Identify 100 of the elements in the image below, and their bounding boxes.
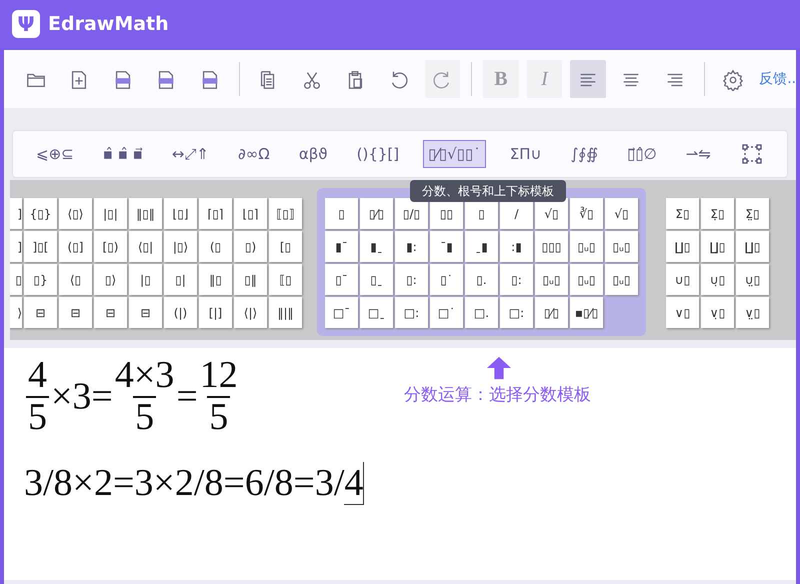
math-text: 3/8×2=3×2/8=6/8=3/ bbox=[24, 462, 344, 504]
template-button[interactable]: ▯) bbox=[234, 231, 267, 262]
template-button[interactable]: ▯/▯ bbox=[395, 198, 428, 229]
template-button[interactable]: ∐▯ bbox=[666, 231, 699, 262]
up-arrow-icon bbox=[485, 356, 513, 380]
category-tab[interactable]: ∫∮∯ bbox=[566, 140, 604, 168]
template-button[interactable]: ▯. bbox=[465, 264, 498, 295]
template-button[interactable]: [|] bbox=[199, 297, 232, 328]
template-button[interactable]: ⟨▯ bbox=[59, 264, 92, 295]
template-button[interactable]: ▯ˉ bbox=[325, 264, 358, 295]
template-button[interactable]: {▯} bbox=[24, 198, 57, 229]
template-button[interactable]: ▯‖ bbox=[234, 264, 267, 295]
template-button[interactable]: ⊟ bbox=[129, 297, 162, 328]
template-button[interactable]: (|) bbox=[164, 297, 197, 328]
template-button[interactable]: ∪▯ bbox=[666, 264, 699, 295]
category-tab[interactable]: ⇀⇋ bbox=[680, 140, 716, 168]
template-button[interactable]: |▯| bbox=[94, 198, 127, 229]
template-button[interactable]: ⌊▯⌉ bbox=[234, 198, 267, 229]
input-slot[interactable]: 4 bbox=[344, 462, 364, 505]
template-button[interactable]: ⊟ bbox=[24, 297, 57, 328]
template-button[interactable]: ▯ᵤ▯ bbox=[605, 264, 638, 295]
template-button[interactable]: ⌈▯⌉ bbox=[199, 198, 232, 229]
template-button[interactable]: ] bbox=[10, 231, 22, 262]
template-button[interactable]: ∪̤▯ bbox=[736, 264, 769, 295]
matrix-icon bbox=[740, 143, 764, 166]
tooltip: 分数、根号和上下标模板 bbox=[410, 180, 566, 202]
template-button[interactable]: ▮ˍ bbox=[360, 231, 393, 262]
template-button[interactable]: ▯ˍ bbox=[360, 264, 393, 295]
category-tab[interactable]: ↔⤢⇑ bbox=[166, 140, 214, 168]
template-button[interactable]: □: bbox=[500, 297, 533, 328]
fraction: 4 5 bbox=[25, 356, 50, 438]
template-button[interactable]: ∨̤▯ bbox=[736, 297, 769, 328]
template-button[interactable]: ‖|‖ bbox=[269, 297, 302, 328]
template-button[interactable]: ∐̣▯ bbox=[701, 231, 734, 262]
template-button[interactable]: ▯⁄▯ bbox=[535, 297, 568, 328]
template-button[interactable]: ⟨|⟩ bbox=[234, 297, 267, 328]
template-button[interactable]: Σ̣▯ bbox=[701, 198, 734, 229]
template-button[interactable]: ▯ᵤ▯ bbox=[535, 264, 568, 295]
template-button[interactable]: ▯⟩ bbox=[94, 264, 127, 295]
feedback-link[interactable]: 反馈.. bbox=[759, 68, 796, 90]
category-tab[interactable]: ▯⃗▯̂∅ bbox=[622, 140, 662, 168]
template-button[interactable]: (▯] bbox=[59, 231, 92, 262]
template-button[interactable]: [▯ bbox=[269, 231, 302, 262]
template-button[interactable]: :▮ bbox=[500, 231, 533, 262]
template-button[interactable]: ▯˙ bbox=[430, 264, 463, 295]
template-button[interactable]: ▯ᵤ▯ bbox=[570, 231, 603, 262]
template-button[interactable]: ‖▯‖ bbox=[129, 198, 162, 229]
template-button[interactable]: ▯⁄▯ bbox=[360, 198, 393, 229]
category-tab[interactable]: ▯⁄▯√▯▯˙ bbox=[423, 140, 486, 168]
category-tab[interactable]: ▪̂ ▪̂ ▪⃗ bbox=[98, 140, 148, 168]
template-button[interactable]: ∐̤▯ bbox=[736, 231, 769, 262]
template-button[interactable]: ∨̣▯ bbox=[701, 297, 734, 328]
template-button[interactable]: Σ▯ bbox=[666, 198, 699, 229]
template-button[interactable]: ⌊▯⌋ bbox=[164, 198, 197, 229]
category-tab[interactable]: ∂∞Ω bbox=[233, 140, 275, 168]
template-button[interactable]: ⊟ bbox=[94, 297, 127, 328]
gear-icon bbox=[722, 68, 744, 91]
template-button[interactable]: ▮: bbox=[395, 231, 428, 262]
category-tab[interactable]: (){}[] bbox=[352, 140, 404, 168]
template-button[interactable]: ⟦▯⟧ bbox=[269, 198, 302, 229]
template-button[interactable]: □. bbox=[465, 297, 498, 328]
template-button[interactable]: □ˍ bbox=[360, 297, 393, 328]
template-button[interactable]: |▯ bbox=[129, 264, 162, 295]
template-button[interactable]: |▯⟩ bbox=[164, 231, 197, 262]
template-button[interactable]: ⟨▯⟩ bbox=[59, 198, 92, 229]
template-button[interactable]: Σ̤▯ bbox=[736, 198, 769, 229]
template-button[interactable]: ▮ˉ bbox=[325, 231, 358, 262]
template-button[interactable]: ] bbox=[10, 198, 22, 229]
toolbar-button[interactable] bbox=[570, 60, 606, 98]
template-button[interactable]: □ˉ bbox=[325, 297, 358, 328]
template-button[interactable]: ⊟ bbox=[59, 297, 92, 328]
category-tab[interactable]: αβϑ bbox=[294, 140, 333, 168]
template-button[interactable]: (▯ bbox=[199, 231, 232, 262]
template-button[interactable]: ▯▯▯ bbox=[535, 231, 568, 262]
template-button[interactable]: √▯ bbox=[605, 198, 638, 229]
template-button[interactable]: □: bbox=[395, 297, 428, 328]
template-button[interactable]: ⟨▯| bbox=[129, 231, 162, 262]
template-button[interactable]: ˉ▮ bbox=[430, 231, 463, 262]
template-button[interactable]: ∨▯ bbox=[666, 297, 699, 328]
template-button[interactable]: ▯: bbox=[500, 264, 533, 295]
template-button[interactable]: ∛▯ bbox=[570, 198, 603, 229]
category-tab[interactable]: ΣΠ∪ bbox=[504, 140, 547, 168]
template-button[interactable]: ▪▯⁄▯ bbox=[570, 297, 603, 328]
category-tab[interactable]: ⩽⊕⊆ bbox=[31, 140, 79, 168]
template-button[interactable]: ⟩ bbox=[10, 297, 22, 328]
template-button[interactable]: [▯) bbox=[94, 231, 127, 262]
template-button[interactable]: ▯} bbox=[24, 264, 57, 295]
template-button[interactable]: ▯| bbox=[164, 264, 197, 295]
template-button[interactable]: ⟦▯ bbox=[269, 264, 302, 295]
app-title: EdrawMath bbox=[48, 12, 169, 37]
template-button[interactable]: ▯ bbox=[10, 264, 22, 295]
template-button[interactable]: ▯ᵤ▯ bbox=[570, 264, 603, 295]
template-button[interactable]: ▯ bbox=[325, 198, 358, 229]
template-button[interactable]: ˍ▮ bbox=[465, 231, 498, 262]
template-button[interactable]: ]▯[ bbox=[24, 231, 57, 262]
template-button[interactable]: □˙ bbox=[430, 297, 463, 328]
template-button[interactable]: ▯: bbox=[395, 264, 428, 295]
template-button[interactable]: ‖▯ bbox=[199, 264, 232, 295]
template-button[interactable]: ▯ᵤ▯ bbox=[605, 231, 638, 262]
template-button[interactable]: ∪̣▯ bbox=[701, 264, 734, 295]
